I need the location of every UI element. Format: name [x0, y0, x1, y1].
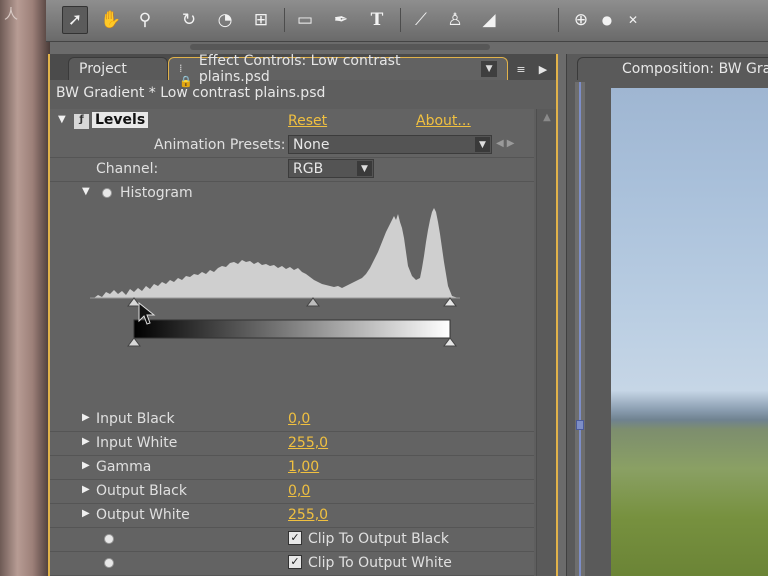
expand-triangle-closed-icon[interactable]: ▶ — [82, 436, 90, 447]
type-tool-icon[interactable]: T — [364, 6, 390, 34]
output-black-slider[interactable] — [127, 337, 141, 347]
checkbox-label: Clip To Output White — [308, 555, 452, 571]
output-gradient-bar — [133, 319, 451, 339]
output-white-slider[interactable] — [443, 337, 457, 347]
chevron-down-icon[interactable]: ▼ — [357, 161, 372, 176]
eraser-tool-icon[interactable]: ◢ — [476, 6, 502, 34]
property-value[interactable]: 255,0 — [288, 435, 328, 451]
tab-composition[interactable]: Composition: BW Grad — [577, 57, 768, 80]
levels-histogram — [90, 208, 460, 347]
property-label: Output White — [96, 507, 190, 523]
rotation-tool-icon[interactable]: ↻ — [176, 6, 202, 34]
expand-triangle-open-icon[interactable]: ▼ — [82, 186, 90, 197]
pen-tool-icon[interactable]: ✒ — [328, 6, 354, 34]
checkbox-label: Clip To Output Black — [308, 531, 450, 547]
animation-presets-row: Animation Presets: None ▼ ◀▶ — [50, 134, 534, 158]
property-label: Gamma — [96, 459, 152, 475]
input-white-slider[interactable] — [443, 297, 457, 307]
clip-to-output-black-checkbox[interactable]: ✓ — [288, 531, 302, 545]
axis-mode-world-icon[interactable]: ● — [594, 6, 620, 34]
property-value[interactable]: 255,0 — [288, 507, 328, 523]
rectangle-mask-tool-icon[interactable]: ▭ — [292, 6, 318, 34]
channel-row: Channel: RGB ▼ — [50, 158, 534, 182]
property-row-gamma: ▶ Gamma 1,00 — [50, 456, 534, 480]
property-label: Input Black — [96, 411, 175, 427]
toolbar-divider — [558, 8, 559, 32]
zoom-tool-icon[interactable]: ⚲ — [132, 6, 158, 34]
composition-panel: Composition: BW Grad — [566, 54, 768, 576]
vertical-scrollbar[interactable]: ▲ — [536, 109, 556, 576]
desktop-background: 人 — [0, 0, 50, 576]
expand-triangle-closed-icon[interactable]: ▶ — [82, 484, 90, 495]
expand-triangle-open-icon[interactable]: ▼ — [58, 114, 66, 125]
timeline-ruler[interactable] — [575, 82, 585, 576]
effect-header-row: ▼ ƒ Levels Reset About... — [50, 110, 534, 134]
expand-triangle-closed-icon[interactable]: ▶ — [82, 460, 90, 471]
brush-tool-icon[interactable]: ⟋ — [408, 6, 434, 34]
about-link[interactable]: About... — [416, 113, 471, 129]
lock-icon[interactable]: ⁞🔒 — [179, 62, 193, 88]
histogram-label: Histogram — [120, 185, 193, 201]
pan-behind-tool-icon[interactable]: ⊞ — [248, 6, 274, 34]
property-row-output-white: ▶ Output White 255,0 — [50, 504, 534, 528]
channel-value: RGB — [293, 160, 324, 177]
tab-dropdown-icon[interactable]: ▼ — [481, 61, 497, 77]
gamma-slider[interactable] — [306, 297, 320, 307]
scroll-up-icon[interactable]: ▲ — [540, 112, 554, 126]
ruler-guide-line — [579, 82, 581, 576]
expand-triangle-closed-icon[interactable]: ▶ — [82, 412, 90, 423]
effect-name[interactable]: Levels — [92, 112, 149, 128]
histogram-graph — [94, 208, 458, 298]
checkbox-row-clip-white: ✓ Clip To Output White — [50, 552, 534, 576]
panel-tab-bar: Project ⁞🔒 Effect Controls: Low contrast… — [50, 53, 556, 88]
composition-viewer-image[interactable] — [611, 88, 768, 576]
orbit-camera-tool-icon[interactable]: ◔ — [212, 6, 238, 34]
layer-title: BW Gradient * Low contrast plains.psd — [56, 85, 326, 101]
preset-nav-arrows-icon[interactable]: ◀▶ — [496, 138, 517, 149]
ruler-handle[interactable] — [576, 420, 584, 430]
hand-tool-icon[interactable]: ✋ — [98, 6, 124, 34]
property-row-output-black: ▶ Output Black 0,0 — [50, 480, 534, 504]
stopwatch-icon[interactable] — [104, 534, 114, 544]
expand-triangle-closed-icon[interactable]: ▶ — [82, 508, 90, 519]
animation-presets-label: Animation Presets: — [154, 137, 286, 153]
property-row-input-white: ▶ Input White 255,0 — [50, 432, 534, 456]
property-value[interactable]: 1,00 — [288, 459, 319, 475]
property-value[interactable]: 0,0 — [288, 411, 310, 427]
tools-toolbar: ➚ ✋ ⚲ ↻ ◔ ⊞ ▭ ✒ T ⟋ ♙ ◢ ⊕ ● ✕ — [46, 0, 768, 42]
channel-label: Channel: — [96, 161, 159, 177]
watermark-corner-glyph: 人 — [4, 7, 18, 23]
axis-mode-view-icon[interactable]: ✕ — [620, 6, 646, 34]
tab-project[interactable]: Project — [68, 57, 168, 80]
panel-menu-icon[interactable]: ≡ — [512, 60, 530, 78]
stopwatch-icon[interactable] — [102, 188, 112, 198]
fx-toggle-icon[interactable]: ƒ — [74, 114, 89, 129]
property-value[interactable]: 0,0 — [288, 483, 310, 499]
chevron-down-icon[interactable]: ▼ — [475, 137, 490, 152]
clone-stamp-tool-icon[interactable]: ♙ — [442, 6, 468, 34]
animation-presets-value: None — [293, 136, 330, 153]
tab-effect-controls[interactable]: ⁞🔒 Effect Controls: Low contrast plains.… — [168, 53, 508, 88]
axis-mode-local-icon[interactable]: ⊕ — [568, 6, 594, 34]
stopwatch-icon[interactable] — [104, 558, 114, 568]
mouse-cursor-icon — [138, 302, 156, 325]
property-label: Output Black — [96, 483, 187, 499]
toolbar-scroll-strip[interactable] — [190, 44, 490, 50]
panel-scroll-right-icon[interactable]: ▶ — [534, 60, 552, 78]
tab-effect-controls-label: Effect Controls: Low contrast plains.psd — [198, 53, 401, 85]
toolbar-divider — [400, 8, 401, 32]
tab-composition-label: Composition: BW Grad — [622, 61, 768, 77]
animation-presets-select[interactable]: None ▼ — [288, 135, 492, 154]
clip-to-output-white-checkbox[interactable]: ✓ — [288, 555, 302, 569]
channel-select[interactable]: RGB ▼ — [288, 159, 374, 178]
toolbar-divider — [284, 8, 285, 32]
reset-link[interactable]: Reset — [288, 113, 327, 129]
property-row-input-black: ▶ Input Black 0,0 — [50, 408, 534, 432]
tab-project-label: Project — [79, 61, 127, 77]
property-label: Input White — [96, 435, 178, 451]
checkbox-row-clip-black: ✓ Clip To Output Black — [50, 528, 534, 552]
selection-tool-icon[interactable]: ➚ — [62, 6, 88, 34]
